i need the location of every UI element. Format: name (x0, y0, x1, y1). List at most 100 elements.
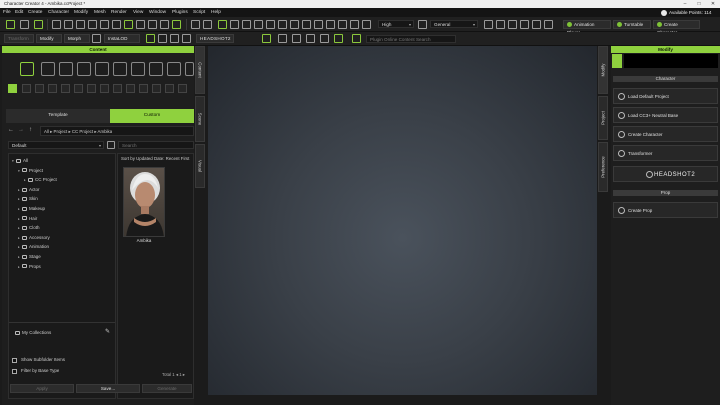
tree-item[interactable]: ▸ Actor (18, 185, 114, 194)
background-icon[interactable] (544, 20, 553, 29)
redo-icon[interactable] (203, 20, 212, 29)
subfilter-icon[interactable] (165, 84, 174, 93)
3d-viewport[interactable] (208, 46, 597, 395)
menu-render[interactable]: Render (111, 9, 127, 16)
subfilter-icon[interactable] (87, 84, 96, 93)
menu-help[interactable]: Help (211, 9, 221, 16)
appearance-icon[interactable] (182, 34, 191, 43)
subfilter-icon[interactable] (152, 84, 161, 93)
ibl-icon[interactable] (496, 20, 505, 29)
content-thumbnail[interactable] (123, 167, 165, 237)
transform-button[interactable]: Transform (4, 34, 34, 43)
batch-export-icon[interactable] (76, 20, 85, 29)
character-icon[interactable] (124, 20, 133, 29)
headshot-button[interactable]: HEADSHOT2 (196, 34, 234, 43)
pan-icon[interactable] (278, 20, 287, 29)
tree-item[interactable]: ▸ Skin (18, 194, 114, 203)
content-search-input[interactable]: Search (118, 141, 194, 149)
download-icon[interactable] (306, 34, 315, 43)
menu-edit[interactable]: Edit (15, 9, 23, 16)
export-icon[interactable] (64, 20, 73, 29)
menu-modify[interactable]: Modify (74, 9, 88, 16)
bone-icon[interactable] (160, 20, 169, 29)
skin-gen-icon[interactable] (158, 34, 167, 43)
generate-button[interactable]: Generate (142, 384, 192, 393)
cloth-icon[interactable] (148, 20, 157, 29)
menu-view[interactable]: View (133, 9, 143, 16)
instalod-button[interactable]: InstaLOD (104, 34, 140, 43)
tree-item[interactable]: ▸ Stage (18, 252, 114, 261)
apply-button[interactable]: Apply (10, 384, 74, 393)
load-default-project-button[interactable]: Load Default Project (613, 88, 718, 104)
maximize-button[interactable]: □ (692, 0, 706, 8)
upload-icon[interactable] (292, 34, 301, 43)
tree-item[interactable]: ▸ CC Project (24, 175, 120, 184)
load-neutral-base-button[interactable]: Load CC3+ Neutral Base (613, 107, 718, 123)
screenshot-icon[interactable] (112, 20, 121, 29)
shading-dropdown[interactable]: General ▾ (430, 20, 478, 28)
modify-button[interactable]: Modify (36, 34, 62, 43)
category-project-icon[interactable] (20, 62, 34, 76)
subfilter-icon[interactable] (74, 84, 83, 93)
category-stage-icon[interactable] (167, 62, 181, 76)
save-project-icon[interactable] (34, 20, 43, 29)
modify-list-icon[interactable] (612, 54, 622, 68)
category-hair-icon[interactable] (95, 62, 109, 76)
tab-custom[interactable]: Custom (110, 109, 194, 123)
forward-icon[interactable]: → (18, 127, 24, 133)
category-skin-icon[interactable] (59, 62, 73, 76)
smart-gallery-icon[interactable] (146, 34, 155, 43)
menu-window[interactable]: Window (149, 9, 166, 16)
menu-character[interactable]: Character (48, 9, 69, 16)
tree-item[interactable]: ▸ Makeup (18, 204, 114, 213)
side-tab-project[interactable]: Project (598, 96, 608, 140)
sort-label[interactable]: Sort by Updated Date: Recent First (121, 155, 195, 163)
category-head-icon[interactable] (77, 62, 91, 76)
select-icon[interactable] (218, 20, 227, 29)
breadcrumb-trail[interactable]: All ▸ Project ▸ CC Project ▸ Ambika (44, 128, 112, 135)
scale-icon[interactable] (254, 20, 263, 29)
subfilter-icon[interactable] (100, 84, 109, 93)
show-subfolder-checkbox[interactable] (12, 358, 17, 363)
frame-icon[interactable] (302, 20, 311, 29)
turntable-button[interactable]: Turntable (613, 20, 651, 29)
subfilter-icon[interactable] (61, 84, 70, 93)
subfilter-icon[interactable] (139, 84, 148, 93)
light-icon[interactable] (338, 20, 347, 29)
category-actor-icon[interactable] (41, 62, 55, 76)
transformer-button[interactable]: Transformer (613, 145, 718, 161)
hdri-icon[interactable] (484, 20, 493, 29)
open-project-icon[interactable] (20, 20, 29, 29)
reallusion-icon[interactable] (352, 34, 361, 43)
send-icon[interactable] (88, 20, 97, 29)
settings-icon[interactable] (278, 34, 287, 43)
category-props-icon[interactable] (185, 62, 194, 76)
ao-icon[interactable] (520, 20, 529, 29)
render-icon[interactable] (100, 20, 109, 29)
subfilter-all-icon[interactable] (8, 84, 17, 93)
category-pose-icon[interactable] (149, 62, 163, 76)
tree-item[interactable]: ▸ Accessory (18, 233, 114, 242)
grid-icon[interactable] (326, 20, 335, 29)
create-prop-button[interactable]: Create Prop (613, 202, 718, 218)
postfx-icon[interactable] (532, 20, 541, 29)
inventory-icon[interactable] (320, 34, 329, 43)
side-tab-preference[interactable]: Preference (598, 142, 608, 192)
tree-item[interactable]: ▸ Animation (18, 242, 114, 251)
new-project-icon[interactable] (6, 20, 15, 29)
shadow-icon[interactable] (508, 20, 517, 29)
texture-icon[interactable] (170, 34, 179, 43)
menu-file[interactable]: File (3, 9, 11, 16)
minimize-button[interactable]: – (678, 0, 692, 8)
category-accessory-icon[interactable] (131, 62, 145, 76)
menu-plugins[interactable]: Plugins (172, 9, 188, 16)
menu-create[interactable]: Create (28, 9, 42, 16)
close-button[interactable]: ✕ (706, 0, 720, 8)
tree-item[interactable]: ▸ Cloth (18, 223, 114, 232)
xray-icon[interactable] (362, 20, 371, 29)
side-tab-scene[interactable]: Scene (195, 96, 205, 142)
create-character-button[interactable]: Create Character (653, 20, 700, 35)
fit-icon[interactable] (172, 20, 181, 29)
import-icon[interactable] (52, 20, 61, 29)
plugin-icon[interactable] (262, 34, 271, 43)
